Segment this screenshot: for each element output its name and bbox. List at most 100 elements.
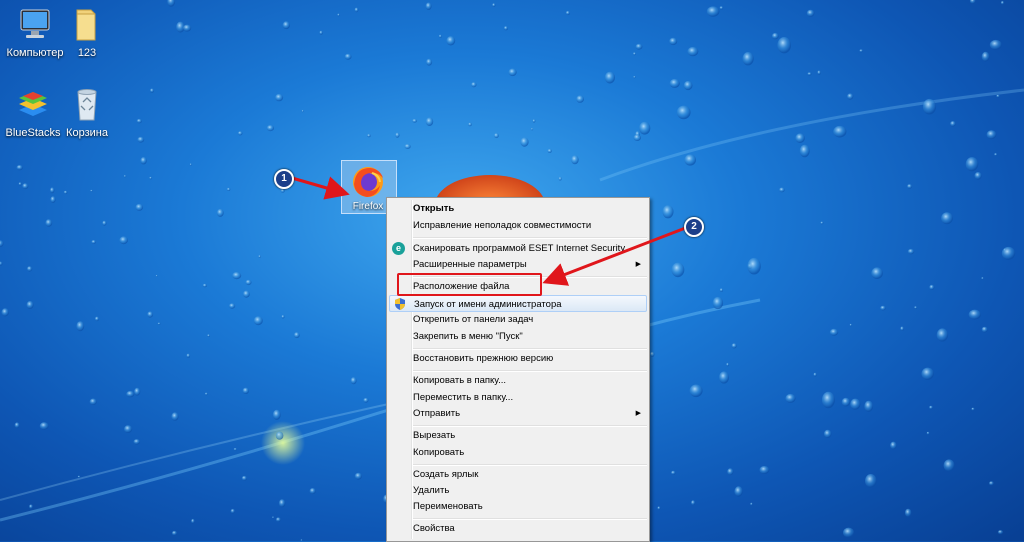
water-droplet [847, 93, 854, 100]
water-droplet [189, 163, 192, 166]
water-droplet [253, 316, 263, 326]
water-droplet [27, 266, 33, 272]
water-droplet [155, 274, 158, 277]
water-droplet [63, 190, 68, 195]
menu-item-copy-to-folder[interactable]: Копировать в папку... [389, 372, 647, 389]
desktop-icon-recycle-bin[interactable]: Корзина [52, 84, 122, 139]
menu-item-delete[interactable]: Удалить [389, 482, 647, 499]
menu-item-send-to[interactable]: Отправить ▶ [389, 405, 647, 422]
water-droplet [747, 257, 761, 275]
water-droplet [871, 267, 883, 280]
water-droplet [149, 176, 153, 180]
water-droplet [813, 372, 817, 377]
water-droplet [565, 10, 571, 16]
water-droplet [823, 429, 832, 438]
menu-item-eset-scan[interactable]: e Сканировать программой ESET Internet S… [389, 240, 647, 257]
water-droplet [742, 52, 754, 66]
water-droplet [520, 137, 529, 147]
menu-item-run-as-admin[interactable]: Запуск от имени администратора [389, 295, 647, 312]
water-droplet [829, 328, 839, 336]
water-droplet [207, 334, 211, 337]
water-droplet [719, 6, 724, 10]
water-droplet [576, 95, 584, 103]
water-droplet [900, 326, 904, 331]
water-droplet [921, 367, 934, 380]
water-droplet [77, 475, 81, 478]
menu-item-advanced-options[interactable]: Расширенные параметры ▶ [389, 256, 647, 273]
water-droplet [1, 308, 9, 317]
menu-item-open[interactable]: Открыть [389, 200, 647, 217]
desktop-icon-folder[interactable]: 123 [52, 4, 122, 59]
water-droplet [230, 508, 235, 514]
water-droplet [843, 527, 855, 538]
water-droplet [799, 144, 810, 158]
water-droplet [237, 131, 243, 136]
water-droplet [965, 157, 979, 172]
water-droplet [395, 132, 400, 138]
water-droplet [272, 516, 275, 519]
water-droplet [22, 183, 29, 190]
water-droplet [633, 52, 636, 56]
water-droplet [471, 82, 477, 88]
water-droplet [258, 255, 261, 258]
water-droplet [807, 72, 812, 76]
water-droplet [412, 118, 417, 123]
water-droplet [150, 88, 154, 93]
water-droplet [974, 172, 982, 180]
water-droplet [191, 518, 195, 524]
eset-icon: e [392, 242, 405, 255]
water-droplet [492, 3, 496, 7]
water-droplet [337, 13, 340, 17]
water-droplet [684, 154, 696, 166]
menu-item-troubleshoot-compatibility[interactable]: Исправление неполадок совместимости [389, 217, 647, 234]
menu-item-unpin-taskbar[interactable]: Открепить от панели задач [389, 311, 647, 328]
menu-item-properties[interactable]: Свойства [389, 520, 647, 537]
water-droplet [922, 98, 937, 115]
water-droplet [91, 240, 96, 244]
water-droplet [282, 21, 290, 30]
menu-item-restore-version[interactable]: Восстановить прежнюю версию [389, 350, 647, 367]
water-droplet [301, 109, 304, 113]
menu-item-cut[interactable]: Вырезать [389, 427, 647, 444]
water-droplet [971, 407, 975, 411]
water-droplet [943, 459, 955, 472]
menu-item-move-to-folder[interactable]: Переместить в папку... [389, 389, 647, 406]
water-droplet [986, 130, 997, 140]
water-droplet [635, 43, 643, 50]
water-droplet [176, 21, 185, 33]
water-droplet [669, 37, 678, 46]
menu-item-pin-start[interactable]: Закрепить в меню "Пуск" [389, 328, 647, 345]
water-droplet [859, 49, 863, 53]
water-droplet [639, 121, 651, 135]
water-droplet [242, 387, 249, 394]
menu-item-copy[interactable]: Копировать [389, 444, 647, 461]
computer-icon [15, 4, 55, 44]
water-droplet [229, 303, 236, 309]
water-droplet [929, 284, 935, 290]
water-droplet [777, 37, 791, 54]
firefox-icon[interactable] [350, 164, 386, 200]
water-droplet [996, 94, 1000, 98]
water-droplet [771, 32, 779, 40]
water-droplet [241, 475, 247, 481]
menu-item-rename[interactable]: Переименовать [389, 498, 647, 515]
water-droplet [171, 412, 179, 421]
water-droplet [14, 422, 20, 429]
water-droplet [508, 68, 517, 77]
water-droplet [275, 517, 281, 522]
water-droplet [280, 188, 285, 193]
water-droplet [126, 390, 135, 398]
step-badge-2: 2 [684, 217, 704, 237]
water-droplet [124, 425, 133, 433]
water-droplet [293, 332, 300, 339]
water-droplet [671, 470, 676, 475]
water-droplet [167, 0, 176, 7]
water-droplet [354, 7, 359, 13]
water-droplet [604, 71, 616, 84]
recycle-bin-icon [67, 84, 107, 124]
water-droplet [532, 119, 536, 123]
water-droplet [994, 153, 998, 156]
water-droplet [731, 343, 737, 349]
water-droplet [969, 0, 976, 4]
menu-item-create-shortcut[interactable]: Создать ярлык [389, 466, 647, 483]
